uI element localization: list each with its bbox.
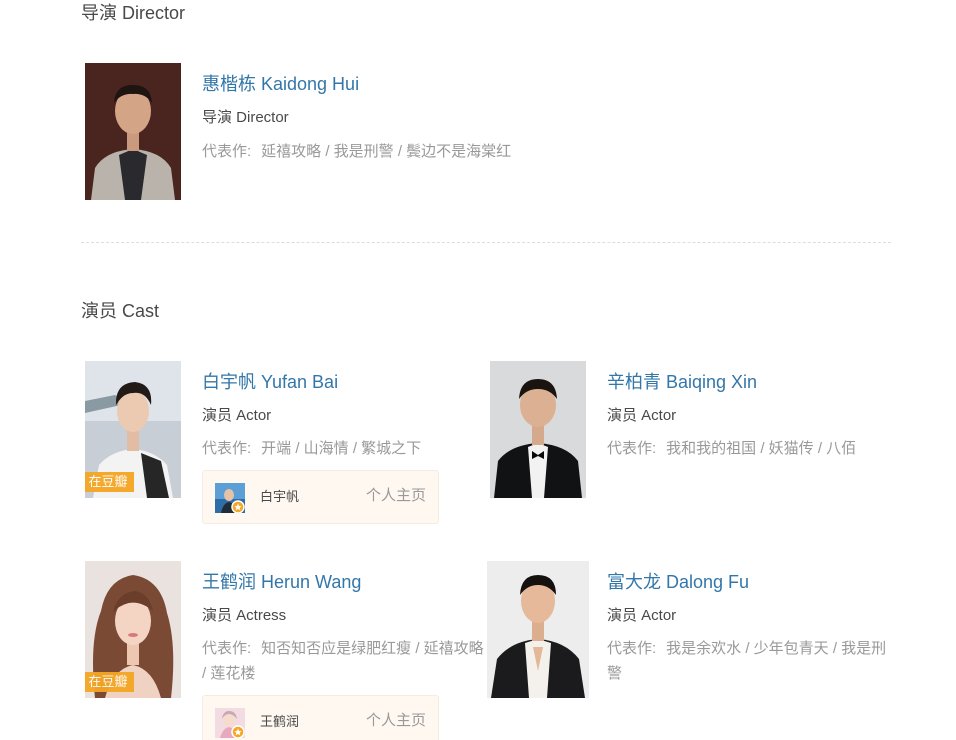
- cast-photo[interactable]: [490, 361, 586, 498]
- douban-tag: 在豆瓣: [85, 672, 134, 692]
- works-label: 代表作:: [202, 143, 252, 160]
- cast-role: 演员 Actor: [607, 607, 677, 624]
- works-list: 延禧攻略 / 我是刑警 / 鬓边不是海棠红: [261, 143, 512, 160]
- cast-works: 代表作: 开端 / 山海情 / 繁城之下: [202, 436, 502, 461]
- cast-photo[interactable]: 在豆瓣: [85, 561, 181, 698]
- profile-name: 白宇帆: [260, 489, 300, 504]
- cast-works: 代表作: 我和我的祖国 / 妖猫传 / 八佰: [607, 436, 907, 461]
- works-label: 代表作:: [607, 440, 657, 457]
- cast-photo[interactable]: 在豆瓣: [85, 361, 181, 498]
- works-list: 开端 / 山海情 / 繁城之下: [261, 440, 422, 457]
- cast-name-link[interactable]: 富大龙 Dalong Fu: [607, 570, 749, 594]
- cast-name-link[interactable]: 王鹤润 Herun Wang: [202, 570, 361, 594]
- cast-works: 代表作: 我是余欢水 / 少年包青天 / 我是刑警: [607, 636, 892, 686]
- cast-section-title: 演员 Cast: [81, 301, 160, 321]
- avatar: [215, 483, 245, 514]
- profile-home-link[interactable]: 个人主页: [366, 485, 426, 507]
- works-list: 我和我的祖国 / 妖猫传 / 八佰: [666, 440, 857, 457]
- section-divider: [81, 242, 891, 243]
- director-item: 惠楷栋 Kaidong Hui 导演 Director 代表作: 延禧攻略 / 我…: [85, 63, 585, 203]
- cast-item-dalong-fu: 富大龙 Dalong Fu 演员 Actor 代表作: 我是余欢水 / 少年包青天…: [487, 561, 907, 701]
- celebrities-page: 导演 Director 惠楷栋 Kaidong Hui 导演 Director …: [0, 0, 956, 740]
- cast-works: 代表作: 知否知否应是绿肥红瘦 / 延禧攻略 / 莲花楼: [202, 636, 487, 686]
- works-label: 代表作:: [202, 440, 252, 457]
- cast-name-link[interactable]: 白宇帆 Yufan Bai: [202, 370, 338, 394]
- director-name-link[interactable]: 惠楷栋 Kaidong Hui: [202, 72, 359, 96]
- profile-name: 王鹤润: [260, 714, 300, 729]
- cast-photo[interactable]: [487, 561, 589, 698]
- works-label: 代表作:: [202, 640, 252, 657]
- director-works: 代表作: 延禧攻略 / 我是刑警 / 鬓边不是海棠红: [202, 139, 582, 164]
- profile-card[interactable]: 白宇帆 个人主页: [202, 470, 439, 524]
- cast-role: 演员 Actress: [202, 607, 287, 624]
- profile-card[interactable]: 王鹤润 个人主页: [202, 695, 439, 740]
- avatar: [215, 708, 245, 739]
- cast-role: 演员 Actor: [202, 407, 272, 424]
- cast-role: 演员 Actor: [607, 407, 677, 424]
- profile-home-link[interactable]: 个人主页: [366, 710, 426, 732]
- douban-tag: 在豆瓣: [85, 472, 134, 492]
- director-section-title: 导演 Director: [81, 3, 186, 23]
- cast-item-yufan-bai: 在豆瓣 白宇帆 Yufan Bai 演员 Actor 代表作: 开端 / 山海情 …: [82, 361, 482, 531]
- director-photo[interactable]: [85, 63, 181, 200]
- director-role: 导演 Director: [202, 109, 289, 126]
- cast-item-baiqing-xin: 辛柏青 Baiqing Xin 演员 Actor 代表作: 我和我的祖国 / 妖猫…: [489, 361, 909, 501]
- works-label: 代表作:: [607, 640, 657, 657]
- cast-item-herun-wang: 在豆瓣 王鹤润 Herun Wang 演员 Actress 代表作: 知否知否应是…: [82, 561, 492, 740]
- cast-name-link[interactable]: 辛柏青 Baiqing Xin: [607, 370, 757, 394]
